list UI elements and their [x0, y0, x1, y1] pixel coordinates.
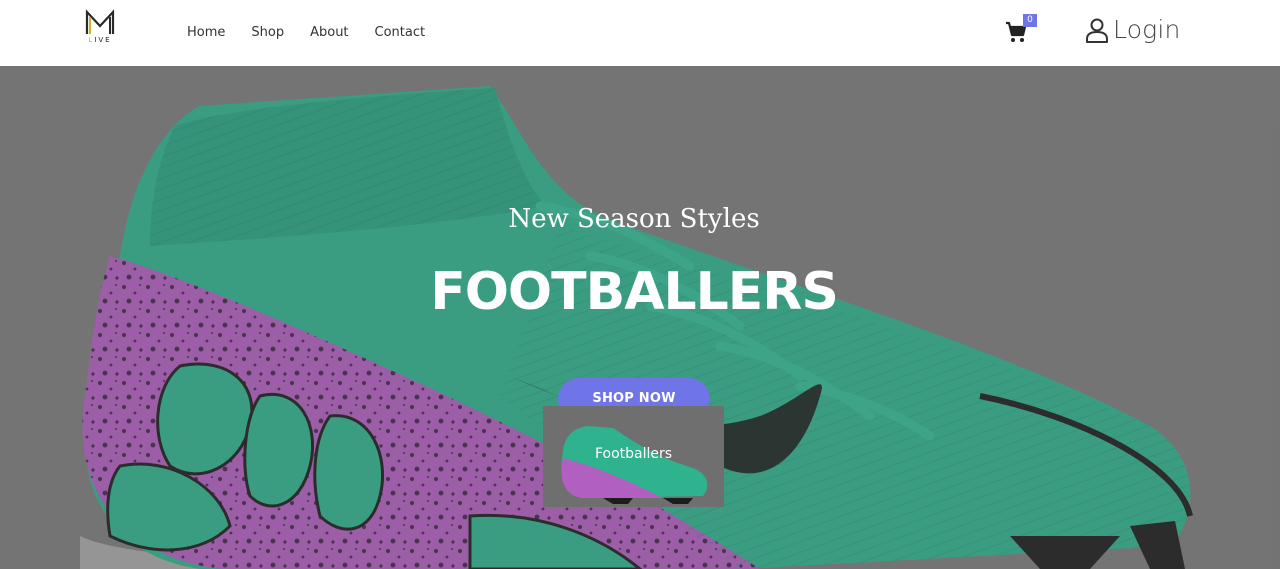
- site-header: LIVE Home Shop About Contact 0 Login: [0, 0, 1280, 66]
- nav-home[interactable]: Home: [187, 24, 225, 42]
- category-thumbnail[interactable]: Footballers: [543, 406, 724, 507]
- login-label: Login: [1113, 15, 1181, 44]
- user-icon: [1086, 18, 1108, 43]
- nav-contact[interactable]: Contact: [375, 24, 426, 42]
- logo-mark-icon: [85, 9, 115, 34]
- main-nav: Home Shop About Contact: [187, 24, 451, 42]
- logo[interactable]: LIVE: [84, 8, 116, 46]
- nav-about[interactable]: About: [310, 24, 348, 42]
- hero-banner: New Season Styles FOOTBALLERS SHOP NOW F…: [0, 66, 1280, 569]
- logo-wordmark: LIVE: [88, 36, 112, 44]
- thumbnail-label: Footballers: [594, 446, 673, 462]
- nav-shop[interactable]: Shop: [251, 24, 284, 42]
- cart-count-badge: 0: [1023, 14, 1037, 27]
- hero-subtitle: New Season Styles: [508, 204, 760, 234]
- hero-title: FOOTBALLERS: [430, 262, 839, 322]
- login-button[interactable]: Login: [1085, 15, 1181, 44]
